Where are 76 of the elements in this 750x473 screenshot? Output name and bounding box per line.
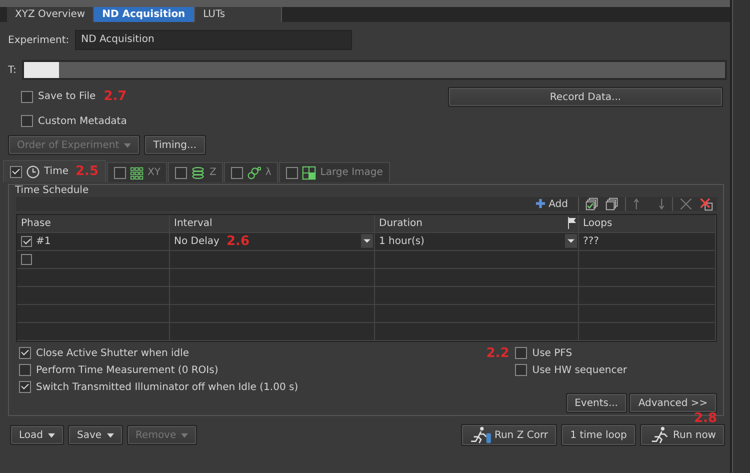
runner-icon	[470, 426, 492, 444]
column-header[interactable]: Phase	[17, 215, 170, 232]
panel-tab[interactable]: XYZ Overview	[7, 7, 94, 22]
caret-icon	[48, 432, 55, 438]
timing-button[interactable]: Timing...	[144, 135, 206, 155]
checkbox[interactable]	[21, 236, 32, 247]
checkbox[interactable]	[175, 166, 188, 178]
checkbox-label: Perform Time Measurement (0 ROIs)	[36, 364, 218, 376]
dimension-tab[interactable]: λ	[224, 162, 278, 182]
grid-icon	[130, 166, 144, 180]
check-all-icon[interactable]	[585, 197, 599, 211]
layers-icon	[191, 166, 206, 180]
group-title: Time Schedule	[15, 185, 89, 196]
time-loop-button[interactable]: 1 time loop	[561, 424, 636, 446]
tab-label: λ	[265, 167, 272, 178]
caret-icon	[181, 432, 188, 438]
caret-icon	[124, 142, 132, 148]
record-data-button[interactable]: Record Data...	[448, 87, 723, 107]
experiment-field[interactable]: ND Acquisition	[75, 30, 352, 50]
experiment-label: Experiment:	[8, 34, 70, 46]
annotation-number: 2.2	[486, 346, 510, 360]
checkbox[interactable]	[21, 254, 32, 265]
flag-icon	[567, 217, 577, 229]
dimension-tab[interactable]: Z	[168, 162, 224, 182]
column-header[interactable]: Interval	[170, 215, 375, 232]
delete-icon[interactable]	[679, 197, 693, 211]
advanced-button[interactable]: Advanced >>	[629, 393, 717, 413]
annotation-number: 2.5	[75, 164, 99, 179]
checkbox[interactable]	[114, 166, 126, 178]
tab-label: Large Image	[320, 167, 383, 178]
checkbox[interactable]	[10, 166, 22, 178]
delete-all-icon[interactable]	[699, 197, 713, 211]
checkbox-label: Close Active Shutter when idle	[36, 348, 190, 358]
checkbox-label: Use PFS	[532, 348, 572, 358]
panel-tab[interactable]: ND Acquisition	[94, 7, 196, 22]
checkbox[interactable]	[231, 166, 244, 178]
checkbox-label: Switch Transmitted Illuminator off when Idle (1.00 s)	[36, 382, 298, 392]
checkbox[interactable]	[19, 381, 31, 393]
annotation-number: 2.6	[226, 234, 250, 249]
annotation-number: 2.7	[104, 89, 127, 104]
run-now-button[interactable]: Run now	[640, 424, 725, 446]
checkbox-label: Custom Metadata	[38, 116, 127, 126]
table-cell: #1	[36, 236, 51, 247]
tab-label: XY	[148, 167, 160, 178]
table-cell: No Delay	[174, 236, 220, 247]
caret-icon	[106, 432, 114, 438]
dropdown-button[interactable]: Load	[10, 425, 64, 445]
tab-label: Time	[44, 166, 68, 177]
time-label: T:	[8, 64, 16, 76]
add-button[interactable]: Add	[532, 198, 572, 210]
checkbox[interactable]	[19, 364, 31, 376]
checkbox-label: Save to File	[38, 91, 96, 102]
dimension-tab[interactable]: XY	[106, 162, 168, 182]
events-button[interactable]: Events...	[566, 393, 627, 413]
checkbox[interactable]	[286, 166, 298, 178]
checkbox[interactable]	[21, 115, 33, 127]
checkbox[interactable]	[515, 364, 528, 376]
checkbox[interactable]	[515, 347, 528, 359]
checkbox[interactable]	[21, 90, 33, 102]
uncheck-all-icon[interactable]	[605, 197, 619, 211]
run-z-corr-button[interactable]: Run Z Corr	[461, 424, 557, 446]
table-cell: ???	[583, 236, 599, 247]
dimension-tab[interactable]: Large Image	[279, 162, 390, 182]
annotation-number: 2.8	[694, 411, 717, 426]
tab-label: Z	[209, 167, 216, 178]
clock-icon	[26, 164, 40, 178]
column-header[interactable]: Loops	[579, 215, 716, 232]
checkbox[interactable]	[19, 347, 31, 359]
dropdown-button[interactable]: Save	[68, 425, 123, 445]
plus-icon	[536, 198, 546, 208]
circles-icon	[247, 166, 262, 180]
table-cell: 1 hour(s)	[379, 236, 424, 247]
panel-tab[interactable]: LUTs	[195, 7, 282, 22]
tiles-icon	[302, 166, 316, 180]
checkbox-label: Use HW sequencer	[532, 364, 627, 376]
dimension-tab[interactable]: Time 2.5	[3, 160, 106, 182]
